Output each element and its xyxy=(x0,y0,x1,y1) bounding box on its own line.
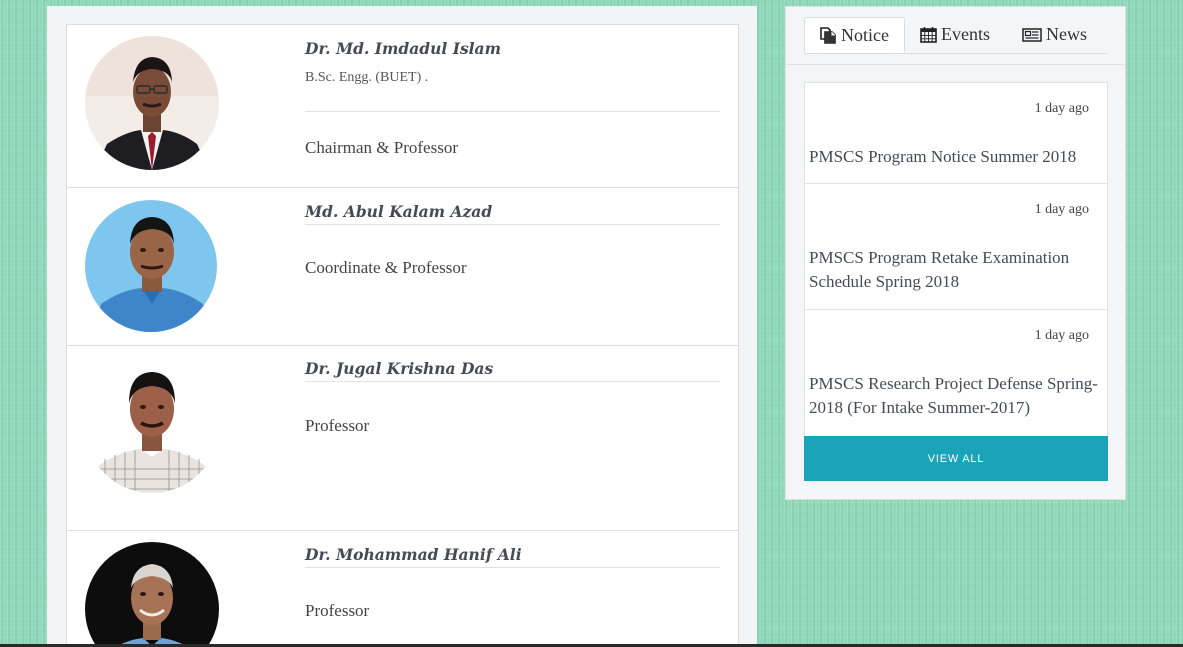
notice-item[interactable]: 1 day ago PMSCS Program Retake Examinati… xyxy=(805,184,1107,310)
faculty-photo[interactable] xyxy=(85,36,219,170)
notice-time: 1 day ago xyxy=(1034,328,1089,343)
faculty-card: Md. Abul Kalam Azad Coordinate & Profess… xyxy=(67,188,738,346)
notice-time: 1 day ago xyxy=(1034,202,1089,217)
newspaper-icon xyxy=(1022,27,1042,43)
faculty-info: Dr. Md. Imdadul Islam B.Sc. Engg. (BUET)… xyxy=(305,39,720,158)
faculty-degree: B.Sc. Engg. (BUET) . xyxy=(305,70,720,112)
person-photo-icon xyxy=(85,359,219,493)
notice-title[interactable]: PMSCS Research Project Defense Spring-20… xyxy=(809,372,1101,420)
notice-title[interactable]: PMSCS Program Notice Summer 2018 xyxy=(809,145,1101,169)
tab-news[interactable]: News xyxy=(1019,17,1109,52)
tab-notice[interactable]: Notice xyxy=(804,17,905,53)
person-photo-icon xyxy=(85,36,219,170)
tab-events[interactable]: Events xyxy=(917,17,1007,52)
faculty-photo[interactable] xyxy=(85,359,219,493)
faculty-info: Dr. Jugal Krishna Das Professor xyxy=(305,359,720,436)
faculty-card: Dr. Jugal Krishna Das Professor xyxy=(67,346,738,531)
tab-news-label: News xyxy=(1046,24,1087,44)
calendar-icon xyxy=(920,26,937,43)
notice-item[interactable]: 1 day ago PMSCS Program Notice Summer 20… xyxy=(805,83,1107,184)
tab-events-label: Events xyxy=(941,24,990,44)
file-copy-icon xyxy=(819,26,837,44)
notice-list: 1 day ago PMSCS Program Notice Summer 20… xyxy=(804,82,1108,437)
faculty-photo[interactable] xyxy=(85,542,219,647)
faculty-designation: Professor xyxy=(305,416,370,435)
faculty-designation: Coordinate & Professor xyxy=(305,258,467,277)
faculty-name[interactable]: Dr. Mohammad Hanif Ali xyxy=(305,545,720,568)
faculty-list: Dr. Md. Imdadul Islam B.Sc. Engg. (BUET)… xyxy=(66,24,739,647)
tab-notice-label: Notice xyxy=(841,24,889,45)
view-all-button[interactable]: VIEW ALL xyxy=(804,436,1108,481)
faculty-card: Dr. Md. Imdadul Islam B.Sc. Engg. (BUET)… xyxy=(67,25,738,188)
faculty-designation: Chairman & Professor xyxy=(305,138,458,157)
faculty-info: Md. Abul Kalam Azad Coordinate & Profess… xyxy=(305,202,720,278)
notice-panel: Notice Events News 1 day ago PMSCS Progr… xyxy=(785,6,1126,500)
faculty-name[interactable]: Dr. Md. Imdadul Islam xyxy=(305,39,720,61)
faculty-panel: Dr. Md. Imdadul Islam B.Sc. Engg. (BUET)… xyxy=(47,6,757,647)
person-photo-icon xyxy=(85,200,217,332)
panel-tabs: Notice Events News xyxy=(804,17,1108,54)
faculty-photo[interactable] xyxy=(85,200,217,332)
notice-item[interactable]: 1 day ago PMSCS Research Project Defense… xyxy=(805,310,1107,436)
notice-time: 1 day ago xyxy=(1034,101,1089,116)
faculty-card: Dr. Mohammad Hanif Ali Professor xyxy=(67,531,738,647)
panel-divider xyxy=(786,64,1125,65)
faculty-name[interactable]: Md. Abul Kalam Azad xyxy=(305,202,720,225)
faculty-info: Dr. Mohammad Hanif Ali Professor xyxy=(305,545,720,621)
faculty-designation: Professor xyxy=(305,601,370,620)
faculty-name[interactable]: Dr. Jugal Krishna Das xyxy=(305,359,720,382)
person-photo-icon xyxy=(85,542,219,647)
notice-title[interactable]: PMSCS Program Retake Examination Schedul… xyxy=(809,246,1101,294)
